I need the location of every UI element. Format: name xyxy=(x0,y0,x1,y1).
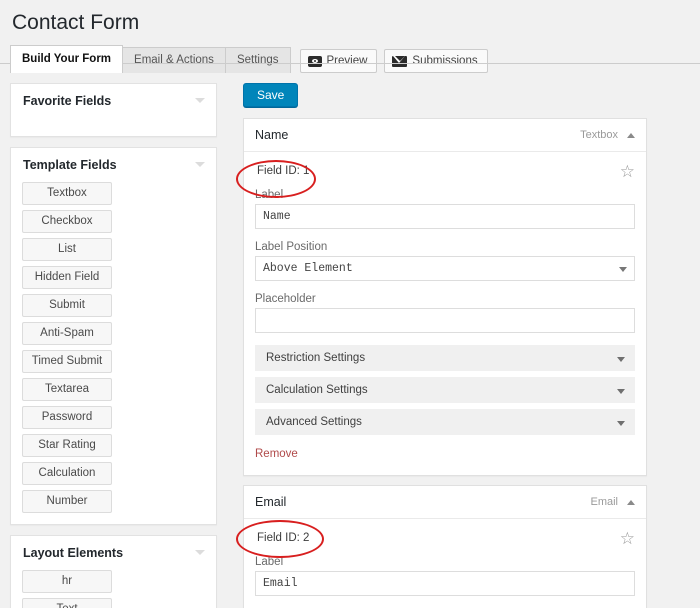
field-card-name-meta: Textbox xyxy=(580,129,635,141)
preview-button[interactable]: Preview xyxy=(299,49,378,74)
save-button[interactable]: Save xyxy=(243,83,299,107)
field-card-name-header[interactable]: Name Textbox xyxy=(244,119,646,152)
field-id-label: Field ID: 2 xyxy=(257,532,310,544)
chevron-up-icon[interactable] xyxy=(627,499,635,505)
panel-layout-elements: Layout Elements hr Text xyxy=(10,535,217,608)
chevron-up-icon[interactable] xyxy=(627,132,635,138)
field-card-email: Email Email Field ID: 2 ☆ Label Email xyxy=(243,485,647,608)
field-id-row: Field ID: 2 ☆ xyxy=(255,530,635,547)
preview-button-label: Preview xyxy=(326,55,368,68)
field-palette-sidebar: Favorite Fields Template Fields Textbox … xyxy=(10,83,217,608)
chevron-down-icon xyxy=(617,421,625,426)
field-button-hr[interactable]: hr xyxy=(22,570,112,593)
field-button-number[interactable]: Number xyxy=(22,490,112,513)
placeholder-input[interactable] xyxy=(255,308,635,333)
chevron-down-icon xyxy=(619,267,627,272)
field-button-timed-submit[interactable]: Timed Submit xyxy=(22,350,112,373)
panel-favorite-fields-header[interactable]: Favorite Fields xyxy=(11,84,216,118)
label-caption: Label xyxy=(255,556,284,568)
panel-template-fields-title: Template Fields xyxy=(23,158,117,172)
field-button-anti-spam[interactable]: Anti-Spam xyxy=(22,322,112,345)
chevron-down-icon[interactable] xyxy=(195,162,205,167)
field-button-password[interactable]: Password xyxy=(22,406,112,429)
chevron-down-icon xyxy=(617,389,625,394)
label-position-value: Above Element xyxy=(263,262,353,275)
panel-layout-elements-header[interactable]: Layout Elements xyxy=(11,536,216,570)
tab-build-your-form[interactable]: Build Your Form xyxy=(10,45,124,74)
panel-layout-elements-title: Layout Elements xyxy=(23,546,124,560)
tab-settings[interactable]: Settings xyxy=(224,47,291,74)
panel-template-fields-header[interactable]: Template Fields xyxy=(11,148,216,182)
panel-layout-elements-body: hr Text xyxy=(11,570,216,608)
field-button-list[interactable]: List xyxy=(22,238,112,261)
accordion-advanced-settings-label: Advanced Settings xyxy=(266,416,362,428)
label-input[interactable]: Name xyxy=(255,204,635,229)
form-builder-page: Contact Form Build Your Form Email & Act… xyxy=(0,0,700,608)
monitor-eye-icon xyxy=(307,55,322,67)
field-button-star-rating[interactable]: Star Rating xyxy=(22,434,112,457)
placeholder-caption: Placeholder xyxy=(255,293,316,305)
chevron-down-icon[interactable] xyxy=(195,98,205,103)
field-card-name-body: Field ID: 1 ☆ Label Name Label Position … xyxy=(244,152,646,475)
label-position-caption: Label Position xyxy=(255,241,328,253)
star-outline-icon[interactable]: ☆ xyxy=(620,163,635,180)
panel-favorite-fields-title: Favorite Fields xyxy=(23,94,112,108)
submissions-button-label: Submissions xyxy=(412,55,478,68)
form-canvas: Save Name Textbox Field ID: 1 ☆ Label Na… xyxy=(243,83,647,608)
accordion-calculation-settings-label: Calculation Settings xyxy=(266,384,368,396)
field-button-calculation[interactable]: Calculation xyxy=(22,462,112,485)
chevron-down-icon[interactable] xyxy=(195,550,205,555)
accordion-restriction-settings-label: Restriction Settings xyxy=(266,352,366,364)
field-card-email-title: Email xyxy=(255,495,287,509)
field-button-textarea[interactable]: Textarea xyxy=(22,378,112,401)
panel-template-fields: Template Fields Textbox Checkbox List Hi… xyxy=(10,147,217,525)
field-id-label: Field ID: 1 xyxy=(257,165,310,177)
panel-favorite-fields: Favorite Fields xyxy=(10,83,217,137)
accordion-calculation-settings[interactable]: Calculation Settings xyxy=(255,377,635,403)
star-outline-icon[interactable]: ☆ xyxy=(620,530,635,547)
field-card-email-header[interactable]: Email Email xyxy=(244,486,646,519)
tab-email-and-actions[interactable]: Email & Actions xyxy=(122,47,226,74)
field-button-text[interactable]: Text xyxy=(22,598,112,608)
label-caption: Label xyxy=(255,189,284,201)
remove-field-link[interactable]: Remove xyxy=(255,448,298,460)
submissions-button[interactable]: Submissions xyxy=(384,49,488,74)
chevron-down-icon xyxy=(617,357,625,362)
envelope-icon xyxy=(392,55,408,67)
page-title: Contact Form xyxy=(12,11,140,34)
accordion-restriction-settings[interactable]: Restriction Settings xyxy=(255,345,635,371)
field-card-name: Name Textbox Field ID: 1 ☆ Label Name La… xyxy=(243,118,647,476)
field-card-email-body: Field ID: 2 ☆ Label Email xyxy=(244,519,646,608)
field-button-textbox[interactable]: Textbox xyxy=(22,182,112,205)
field-card-name-title: Name xyxy=(255,128,289,142)
label-position-select[interactable]: Above Element xyxy=(255,256,635,281)
field-button-submit[interactable]: Submit xyxy=(22,294,112,317)
field-button-checkbox[interactable]: Checkbox xyxy=(22,210,112,233)
panel-template-fields-body: Textbox Checkbox List Hidden Field Submi… xyxy=(11,182,216,524)
accordion-advanced-settings[interactable]: Advanced Settings xyxy=(255,409,635,435)
field-button-hidden-field[interactable]: Hidden Field xyxy=(22,266,112,289)
field-card-email-meta: Email xyxy=(590,496,635,508)
panel-favorite-fields-body xyxy=(11,118,216,136)
tab-bar: Build Your Form Email & Actions Settings… xyxy=(10,45,700,74)
field-card-name-type: Textbox xyxy=(580,129,618,141)
field-card-email-type: Email xyxy=(590,496,618,508)
field-id-row: Field ID: 1 ☆ xyxy=(255,163,635,180)
label-input[interactable]: Email xyxy=(255,571,635,596)
